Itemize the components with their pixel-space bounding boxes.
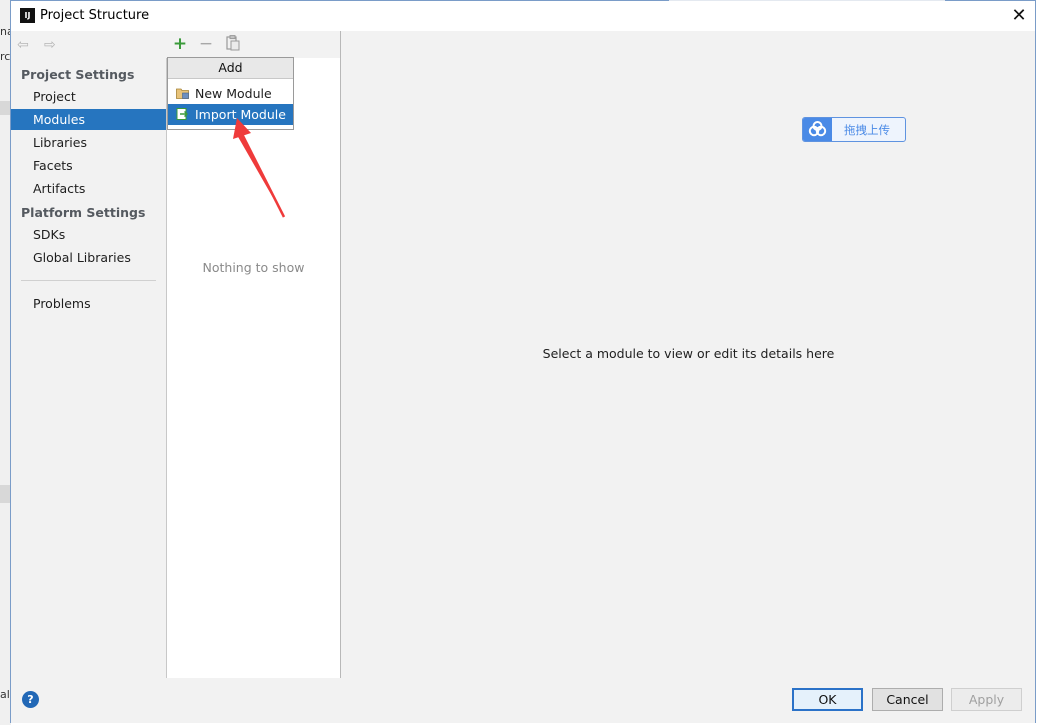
- upload-button-label: 拖拽上传: [844, 123, 890, 137]
- apply-button[interactable]: Apply: [951, 688, 1022, 711]
- sidebar-divider: [21, 280, 156, 281]
- sidebar-item-project[interactable]: Project: [11, 86, 166, 107]
- drag-upload-button[interactable]: 拖拽上传: [802, 117, 906, 142]
- annotation-arrow-head: [233, 118, 251, 139]
- sidebar-item-artifacts[interactable]: Artifacts: [11, 178, 166, 199]
- background-text-fragment: rc: [0, 50, 11, 63]
- cancel-button[interactable]: Cancel: [872, 688, 943, 711]
- annotation-arrow-shaft: [239, 131, 286, 218]
- copy-icon[interactable]: [224, 35, 242, 53]
- add-icon[interactable]: +: [171, 35, 189, 53]
- menu-item-label: New Module: [195, 86, 272, 101]
- popup-header: Add: [168, 58, 293, 79]
- menu-item-new-module[interactable]: New Module: [168, 83, 293, 104]
- sidebar-item-global-libraries[interactable]: Global Libraries: [11, 247, 166, 268]
- ok-button[interactable]: OK: [792, 688, 863, 711]
- cloud-icon-graphic: [808, 121, 827, 137]
- sidebar-item-problems[interactable]: Problems: [11, 293, 166, 314]
- sidebar-item-facets[interactable]: Facets: [11, 155, 166, 176]
- import-icon: [176, 108, 188, 120]
- back-arrow-icon[interactable]: ⇦: [17, 37, 29, 53]
- close-button[interactable]: ✕: [1007, 4, 1031, 28]
- project-structure-dialog: IJ Project Structure ✕ ⇦ ⇨ Project Setti…: [10, 0, 1036, 723]
- help-icon: ?: [27, 693, 34, 706]
- module-detail-panel: 拖拽上传 Select a module to view or edit its…: [342, 31, 1035, 678]
- empty-state-text: Nothing to show: [202, 260, 305, 275]
- sidebar: ⇦ ⇨ Project Settings Project Modules Lib…: [11, 31, 166, 678]
- sidebar-item-sdks[interactable]: SDKs: [11, 224, 166, 245]
- copy-icon-graphic: [226, 35, 240, 51]
- dialog-footer: ? OK Cancel Apply: [11, 678, 1035, 723]
- sidebar-item-libraries[interactable]: Libraries: [11, 132, 166, 153]
- baidu-cloud-icon: [803, 118, 832, 141]
- help-button[interactable]: ?: [22, 691, 39, 708]
- folder-icon: [176, 88, 189, 99]
- intellij-app-icon: IJ: [18, 6, 37, 25]
- background-text-fragment: al: [0, 688, 10, 701]
- section-title-project-settings: Project Settings: [21, 67, 135, 82]
- sidebar-item-modules[interactable]: Modules: [11, 109, 166, 130]
- remove-icon[interactable]: −: [197, 35, 215, 53]
- close-icon: ✕: [1011, 5, 1027, 26]
- forward-arrow-icon[interactable]: ⇨: [44, 37, 56, 53]
- annotation-arrow: [233, 118, 286, 218]
- window-title: Project Structure: [40, 8, 150, 23]
- detail-hint-text: Select a module to view or edit its deta…: [542, 346, 835, 361]
- title-bar[interactable]: IJ Project Structure ✕: [11, 1, 1035, 31]
- section-title-platform-settings: Platform Settings: [21, 205, 146, 220]
- panel-divider[interactable]: [340, 31, 341, 678]
